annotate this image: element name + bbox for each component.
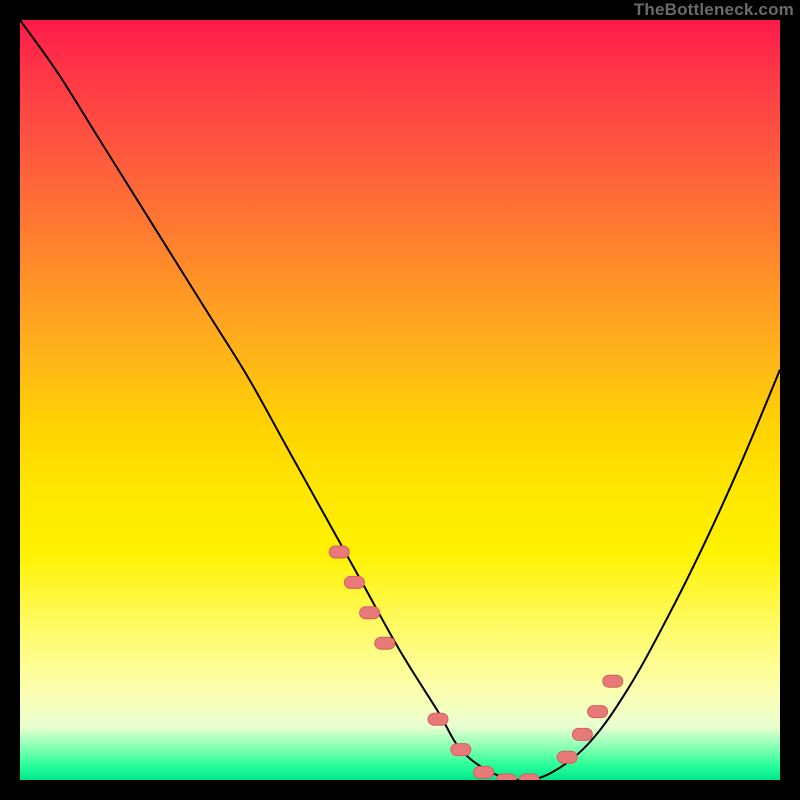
marker-point — [603, 675, 623, 687]
bottleneck-curve — [20, 20, 780, 780]
marker-point — [375, 637, 395, 649]
marker-point — [572, 728, 592, 740]
curve-line — [20, 20, 780, 780]
marker-point — [360, 607, 380, 619]
marker-point — [588, 706, 608, 718]
marker-point — [451, 744, 471, 756]
plot-area — [20, 20, 780, 780]
chart-svg — [20, 20, 780, 780]
watermark-text: TheBottleneck.com — [634, 0, 794, 20]
highlight-markers — [329, 546, 623, 780]
marker-point — [519, 774, 539, 780]
marker-point — [344, 576, 364, 588]
marker-point — [557, 751, 577, 763]
chart-frame: TheBottleneck.com — [0, 0, 800, 800]
marker-point — [474, 766, 494, 778]
marker-point — [428, 713, 448, 725]
marker-point — [329, 546, 349, 558]
marker-point — [496, 774, 516, 780]
